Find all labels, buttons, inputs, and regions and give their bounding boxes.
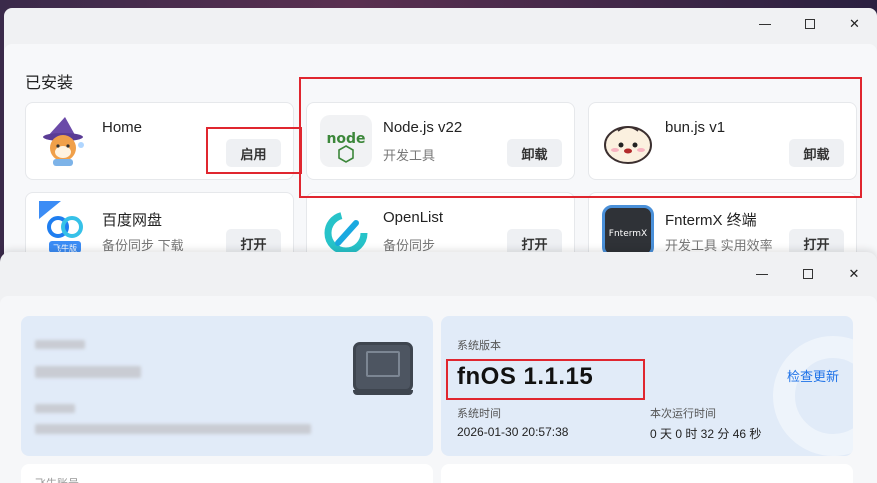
uptime-value: 0 天 0 时 32 分 46 秒 — [650, 427, 762, 441]
minimize-icon — [756, 273, 768, 275]
check-update-link[interactable]: 检查更新 — [787, 366, 839, 385]
maximize-icon — [803, 269, 813, 279]
minimize-button[interactable] — [739, 259, 785, 289]
redacted-text — [35, 404, 75, 413]
baidu-netdisk-icon: 飞牛版 — [39, 201, 91, 253]
highlight-box-runtimes — [299, 77, 862, 198]
decorative-ring — [773, 336, 853, 456]
maximize-button[interactable] — [787, 9, 832, 39]
app-name: OpenList — [383, 209, 444, 226]
uptime-label: 本次运行时间 — [650, 408, 716, 420]
redacted-text — [35, 340, 85, 349]
window-controls: ✕ — [739, 259, 877, 289]
maximize-button[interactable] — [785, 259, 831, 289]
minimize-button[interactable] — [742, 9, 787, 39]
maximize-icon — [804, 19, 815, 29]
highlight-box-enable — [206, 127, 302, 174]
redacted-text — [35, 366, 141, 378]
account-label: 飞牛账号 — [35, 475, 79, 483]
app-name: 百度网盘 — [102, 212, 163, 229]
terminal-icon: FntermX — [602, 205, 654, 257]
minimize-icon — [758, 23, 771, 25]
secondary-card — [441, 464, 853, 483]
device-info-card — [21, 316, 433, 456]
shiba-wizard-icon — [39, 115, 91, 167]
terminal-icon-text: FntermX — [609, 229, 647, 239]
close-button[interactable]: ✕ — [832, 9, 877, 39]
system-time-label: 系统时间 — [457, 408, 501, 420]
system-info-window: ✕ 系统版本 fnOS 1.1.15 检查更新 系统时间 2026-01-30 … — [0, 252, 877, 483]
app-name: FntermX 终端 — [665, 212, 757, 229]
openlist-icon — [320, 205, 372, 257]
close-button[interactable]: ✕ — [831, 259, 877, 289]
system-info-panel: 系统版本 fnOS 1.1.15 检查更新 系统时间 2026-01-30 20… — [0, 296, 877, 483]
nas-device-icon — [353, 342, 413, 395]
window-controls: ✕ — [742, 9, 877, 39]
account-card: 飞牛账号 — [21, 464, 433, 483]
redacted-text — [35, 424, 311, 434]
system-time-value: 2026-01-30 20:57:38 — [457, 425, 569, 439]
installed-section-title: 已安装 — [25, 75, 74, 92]
app-name: Home — [102, 119, 143, 136]
highlight-box-version — [446, 359, 645, 400]
version-label: 系统版本 — [457, 340, 501, 352]
